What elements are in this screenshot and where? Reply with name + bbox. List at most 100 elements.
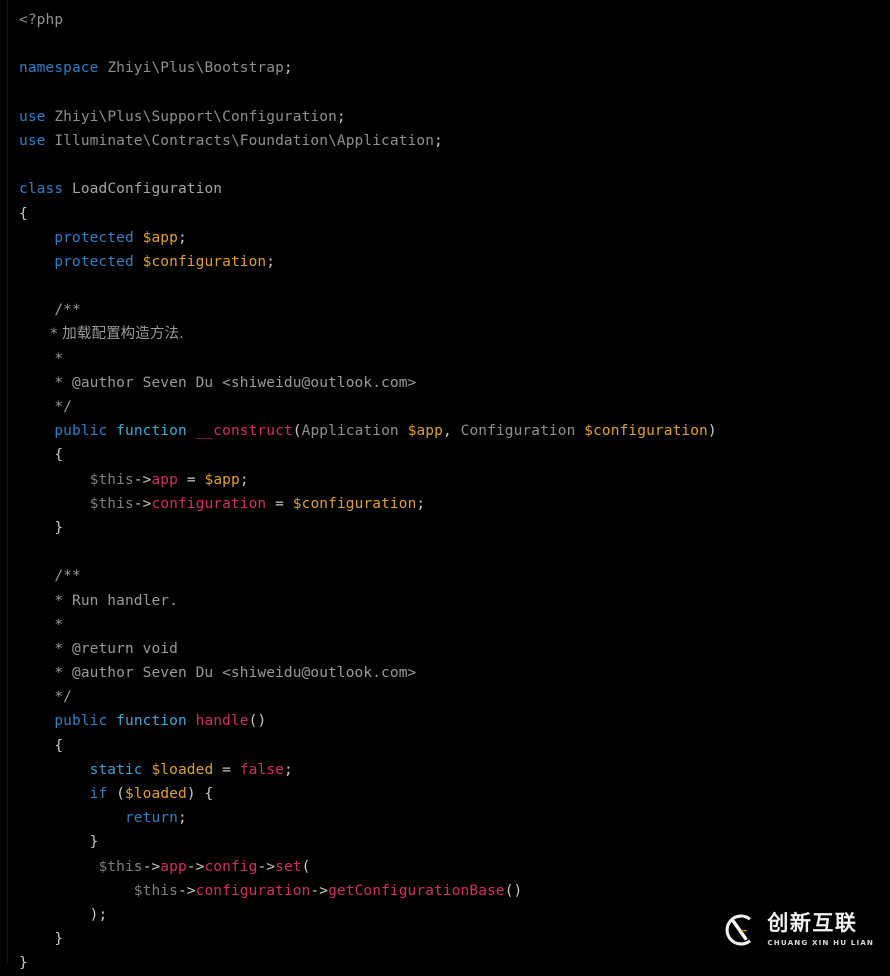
code-line: }: [0, 830, 717, 854]
docblock-description-cn: * 加载配置构造方法.: [45, 326, 184, 343]
code-line: if ($loaded) {: [0, 782, 717, 806]
paren-open: (: [292, 423, 302, 440]
arrow-operator: ->: [133, 495, 152, 512]
this-variable: $this: [133, 882, 178, 899]
code-line: public function handle(): [0, 709, 717, 733]
use-path-configuration: Zhiyi\Plus\Support\Configuration: [54, 108, 337, 125]
docblock-close: */: [45, 399, 72, 415]
assign-operator: =: [186, 471, 196, 488]
paren-close: ): [186, 786, 196, 802]
method-body-close-brace: }: [54, 931, 64, 948]
php-open-tag: <?php: [19, 12, 64, 28]
docblock-description: * Run handler.: [45, 592, 178, 609]
code-line: class LoadConfiguration: [0, 177, 717, 201]
method-name-construct: __construct: [195, 423, 293, 440]
member-config: config: [204, 858, 258, 875]
code-line: */: [0, 395, 717, 419]
arrow-operator: ->: [257, 858, 276, 875]
arrow-operator: ->: [142, 858, 161, 875]
class-name: LoadConfiguration: [72, 181, 223, 198]
constant-false: false: [239, 761, 284, 778]
code-line: */: [0, 685, 717, 709]
assign-operator: =: [275, 495, 284, 512]
semicolon: ;: [283, 761, 293, 778]
code-line: $this->configuration = $configuration;: [0, 492, 717, 516]
code-line: use Illuminate\Contracts\Foundation\Appl…: [0, 129, 717, 153]
param-type-application: Application: [301, 423, 399, 440]
watermark-text: 创新互联 CHUANG XIN HU LIAN: [767, 913, 874, 948]
member-set: set: [275, 858, 302, 875]
paren-open: (: [116, 786, 125, 802]
method-body-open-brace: {: [54, 737, 64, 754]
this-variable: $this: [98, 858, 143, 875]
keyword-static: static: [89, 761, 143, 778]
arrow-operator: ->: [186, 858, 205, 875]
use-path-application: Illuminate\Contracts\Foundation\Applicat…: [54, 132, 435, 149]
keyword-public: public: [54, 423, 108, 440]
member-get-configuration-base: getConfigurationBase: [328, 882, 505, 899]
code-line: {: [0, 734, 717, 758]
param-type-configuration: Configuration: [460, 423, 576, 440]
code-line: {: [0, 443, 717, 467]
if-body-open-brace: {: [204, 786, 214, 802]
code-line: use Zhiyi\Plus\Support\Configuration;: [0, 105, 717, 129]
class-body-open-brace: {: [19, 205, 28, 222]
paren-open: (: [301, 858, 311, 875]
docblock-star: *: [45, 616, 64, 633]
docblock-open: /**: [54, 568, 81, 585]
keyword-protected: protected: [54, 229, 134, 246]
semicolon: ;: [177, 810, 187, 827]
php-source-code[interactable]: <?php namespace Zhiyi\Plus\Bootstrap; us…: [0, 0, 717, 976]
docblock-return: * @return void: [45, 640, 178, 657]
paren-close: ): [707, 423, 717, 440]
call-close-paren-semicolon: );: [89, 906, 108, 923]
variable-loaded: $loaded: [151, 761, 214, 778]
code-line: }: [0, 951, 717, 975]
variable-configuration: $configuration: [292, 495, 417, 512]
semicolon: ;: [239, 471, 249, 488]
keyword-use: use: [19, 132, 46, 149]
this-variable: $this: [89, 495, 134, 512]
code-line: * Run handler.: [0, 589, 717, 613]
method-body-close-brace: }: [54, 519, 64, 536]
cx-logo-icon: [720, 911, 758, 949]
this-variable: $this: [89, 471, 134, 488]
member-configuration: configuration: [151, 495, 267, 512]
class-body-close-brace: }: [19, 955, 28, 972]
property-app: $app: [142, 229, 178, 246]
arrow-operator: ->: [177, 882, 196, 899]
code-viewer: <?php namespace Zhiyi\Plus\Bootstrap; us…: [0, 0, 890, 971]
docblock-author: * @author Seven Du <shiweidu@outlook.com…: [45, 665, 417, 682]
code-line: /**: [0, 564, 717, 588]
namespace-path: Zhiyi\Plus\Bootstrap: [107, 60, 284, 77]
member-configuration: configuration: [195, 882, 311, 899]
semicolon: ;: [416, 495, 426, 512]
keyword-if: if: [89, 786, 108, 802]
code-line: $this->app->config->set(: [0, 855, 717, 879]
param-configuration: $configuration: [584, 423, 708, 440]
keyword-return: return: [124, 810, 178, 827]
watermark: 创新互联 CHUANG XIN HU LIAN: [720, 911, 874, 949]
code-line: $this->app = $app;: [0, 468, 717, 492]
empty-parens: (): [504, 882, 523, 899]
code-line: <?php: [0, 8, 717, 32]
code-line: *: [0, 613, 717, 637]
assign-operator: =: [222, 761, 231, 778]
keyword-function: function: [116, 423, 187, 440]
semicolon: ;: [283, 60, 293, 77]
method-name-handle: handle: [195, 713, 249, 730]
semicolon: ;: [434, 132, 443, 149]
keyword-function: function: [116, 713, 187, 730]
code-line: namespace Zhiyi\Plus\Bootstrap;: [0, 56, 717, 80]
code-line: public function __construct(Application …: [0, 419, 717, 443]
code-line: * @return void: [0, 637, 717, 661]
code-line: protected $app;: [0, 226, 717, 250]
code-line: }: [0, 927, 717, 951]
if-body-close-brace: }: [89, 834, 99, 851]
docblock-author: * @author Seven Du <shiweidu@outlook.com…: [45, 374, 417, 391]
docblock-open: /**: [54, 302, 81, 319]
watermark-brand-pinyin: CHUANG XIN HU LIAN: [767, 938, 874, 948]
code-line: * 加载配置构造方法.: [0, 322, 717, 346]
keyword-class: class: [19, 181, 64, 198]
